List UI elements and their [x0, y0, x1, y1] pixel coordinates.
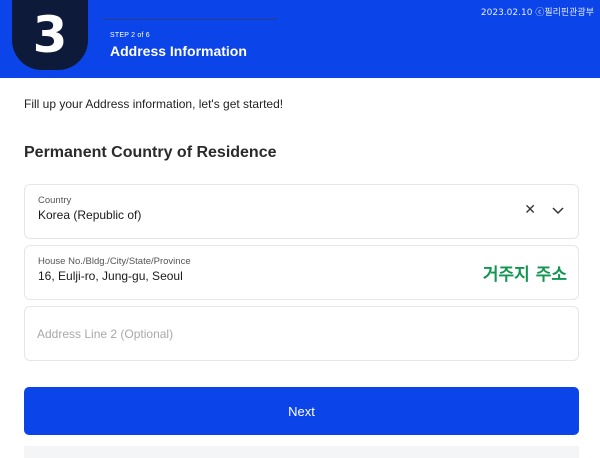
section-title: Permanent Country of Residence	[24, 144, 277, 161]
bottom-strip	[24, 446, 579, 458]
country-select[interactable]: Country Korea (Republic of) ✕	[24, 184, 579, 239]
close-icon[interactable]: ✕	[524, 202, 536, 218]
progress-line	[103, 19, 277, 20]
address-annotation: 거주지 주소	[482, 265, 567, 285]
next-button[interactable]: Next	[24, 387, 579, 435]
country-label: Country	[38, 195, 72, 206]
address-field[interactable]: House No./Bldg./City/State/Province 16, …	[24, 245, 579, 300]
address-line2-input[interactable]	[37, 327, 457, 341]
country-value: Korea (Republic of)	[38, 208, 142, 222]
step-number-badge: 3	[12, 0, 88, 70]
page-title: Address Information	[110, 43, 247, 59]
header: 3 STEP 2 of 6 Address Information 2023.0…	[0, 0, 600, 78]
address-line2-field[interactable]	[24, 306, 579, 361]
watermark: 2023.02.10 ⓒ필리핀관광부	[480, 8, 594, 18]
chevron-down-icon[interactable]	[550, 205, 566, 217]
address-label: House No./Bldg./City/State/Province	[38, 256, 191, 267]
intro-text: Fill up your Address information, let's …	[24, 97, 284, 111]
address-value: 16, Eulji-ro, Jung-gu, Seoul	[38, 269, 183, 283]
step-counter: STEP 2 of 6	[110, 32, 150, 39]
